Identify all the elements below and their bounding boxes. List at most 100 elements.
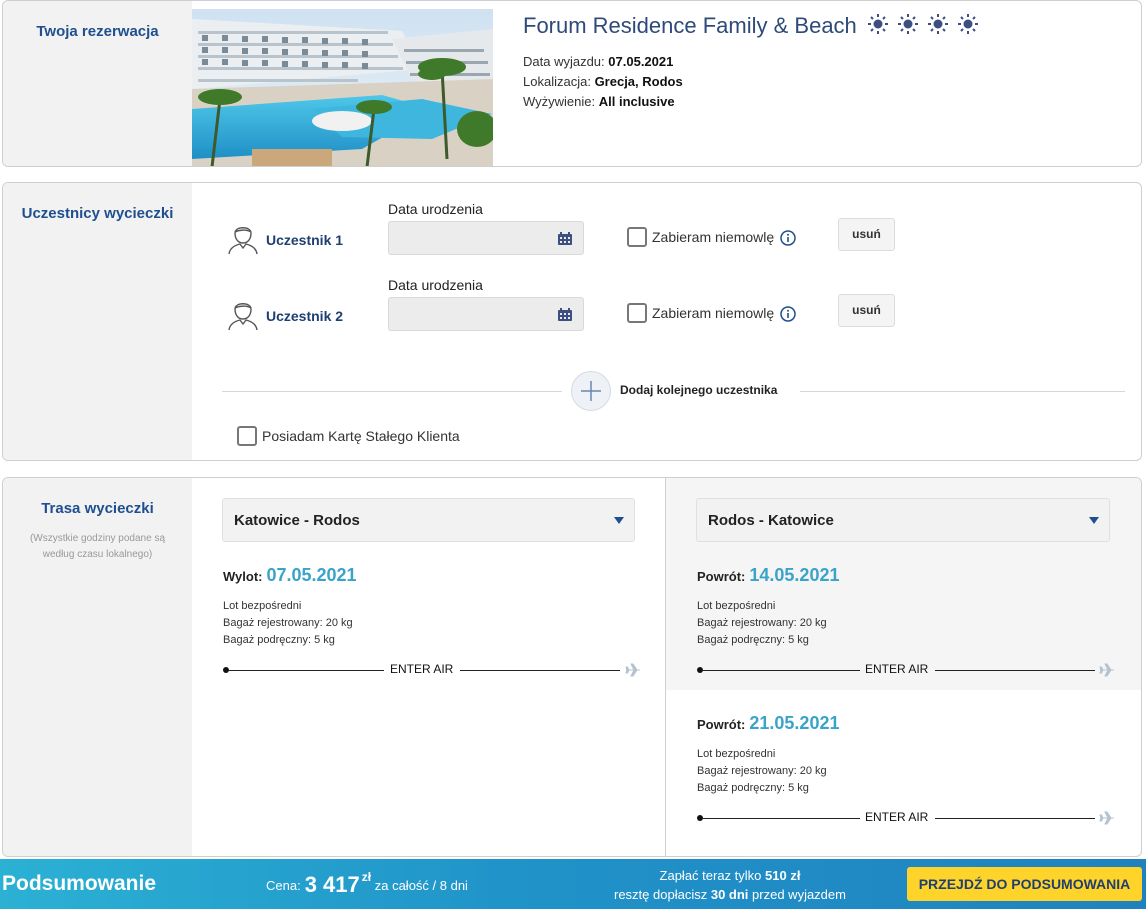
outbound-route-select[interactable]: Katowice - Rodos: [222, 498, 635, 542]
flight-head-label: Powrót:: [697, 569, 746, 584]
flight-line-segment: [229, 670, 384, 671]
remove-participant-button[interactable]: usuń: [838, 294, 895, 327]
pay-now-prefix: Zapłać teraz tylko: [659, 868, 762, 883]
outbound-route-label: Katowice - Rodos: [234, 512, 360, 529]
flight-type: Lot bezpośredni: [223, 600, 302, 612]
person-icon: [228, 227, 258, 255]
price-currency: zł: [361, 870, 372, 884]
calendar-icon[interactable]: [558, 232, 572, 245]
pay-now-value: 510 zł: [765, 868, 801, 883]
add-participant-button[interactable]: [571, 371, 611, 411]
divider-right: [800, 391, 1125, 392]
timezone-note: (Wszystkie godziny podane są według czas…: [29, 533, 166, 560]
hand-baggage: Bagaż podręczny: 5 kg: [697, 634, 809, 646]
flight-type: Lot bezpośredni: [697, 748, 776, 760]
plus-icon[interactable]: [572, 372, 610, 410]
board-info: Wyżywienie: All inclusive: [523, 94, 675, 109]
column-divider: [665, 478, 666, 856]
return-route-select[interactable]: Rodos - Katowice: [696, 498, 1110, 542]
chevron-down-icon[interactable]: [1089, 517, 1099, 524]
infant-label: Zabieram niemowlę: [652, 229, 775, 245]
flight-date: 07.05.2021: [266, 565, 357, 585]
price-value: 3 417: [304, 872, 360, 897]
loyalty-card-label: Posiadam Kartę Stałego Klienta: [262, 428, 460, 444]
dob-label: Data urodzenia: [388, 277, 483, 293]
sun-star-icon: [928, 14, 949, 34]
checked-baggage: Bagaż rejestrowany: 20 kg: [697, 765, 827, 777]
flight-line-segment: [703, 818, 860, 819]
chevron-down-icon[interactable]: [614, 517, 624, 524]
return-flight-head[interactable]: Powrót: 14.05.2021: [697, 565, 839, 586]
loyalty-card-checkbox[interactable]: [237, 426, 257, 446]
rest-days: 30 dni: [710, 887, 749, 902]
hand-baggage: Bagaż podręczny: 5 kg: [697, 782, 809, 794]
price-info: Cena: 3 417 zł za całość / 8 dni: [266, 870, 468, 898]
go-to-summary-button[interactable]: PRZEJDŹ DO PODSUMOWANIA: [907, 867, 1142, 901]
divider-left: [222, 391, 562, 392]
departure-value: 07.05.2021: [608, 54, 674, 69]
hotel-photo: [192, 9, 493, 166]
location-label: Lokalizacja:: [523, 74, 591, 89]
calendar-icon[interactable]: [558, 308, 572, 321]
infant-label: Zabieram niemowlę: [652, 305, 775, 321]
airline-name: ENTER AIR: [865, 662, 929, 676]
summary-bar: Podsumowanie Cena: 3 417 zł za całość / 8 …: [0, 859, 1146, 909]
hotel-rating: [867, 13, 981, 39]
participant-name: Uczestnik 2: [266, 308, 344, 324]
return-flight-line: ENTER AIR: [697, 810, 1117, 825]
route-title: Trasa wycieczki: [41, 500, 154, 517]
infant-checkbox[interactable]: [627, 227, 647, 247]
board-label: Wyżywienie:: [523, 94, 596, 109]
flight-line-segment: [935, 670, 1095, 671]
checked-baggage: Bagaż rejestrowany: 20 kg: [223, 617, 353, 629]
rest-suffix: przed wyjazdem: [752, 887, 846, 902]
remove-participant-button[interactable]: usuń: [838, 218, 895, 251]
outbound-flight-head[interactable]: Wylot: 07.05.2021: [223, 565, 357, 586]
price-suffix: za całość / 8 dni: [374, 878, 468, 893]
reservation-title: Twoja rezerwacja: [36, 23, 159, 40]
plane-icon: [1099, 811, 1114, 825]
outbound-flight-line: ENTER AIR: [223, 662, 643, 677]
location-info: Lokalizacja: Grecja, Rodos: [523, 74, 683, 89]
reservation-panel: Twoja rezerwacja Forum Residence Family …: [2, 0, 1142, 167]
info-icon[interactable]: [780, 306, 796, 322]
return-route-label: Rodos - Katowice: [708, 512, 834, 529]
return-flight-details: Lot bezpośredni Bagaż rejestrowany: 20 k…: [697, 598, 827, 649]
summary-title: Podsumowanie: [2, 872, 157, 895]
hand-baggage: Bagaż podręczny: 5 kg: [223, 634, 335, 646]
hotel-name: Forum Residence Family & Beach: [523, 13, 981, 39]
sun-star-icon: [898, 14, 919, 34]
participants-panel: Uczestnicy wycieczki Uczestnik 1 Data ur…: [2, 182, 1142, 461]
dob-label: Data urodzenia: [388, 201, 483, 217]
flight-head-label: Powrót:: [697, 717, 746, 732]
flight-type: Lot bezpośredni: [697, 600, 776, 612]
infant-checkbox[interactable]: [627, 303, 647, 323]
dob-input[interactable]: [388, 297, 584, 331]
payment-info: Zapłać teraz tylko 510 zł resztę dopłaci…: [560, 866, 900, 904]
info-icon[interactable]: [780, 230, 796, 246]
airline-name: ENTER AIR: [865, 810, 929, 824]
board-value: All inclusive: [598, 94, 675, 109]
return-flight-details: Lot bezpośredni Bagaż rejestrowany: 20 k…: [697, 746, 827, 797]
participants-title: Uczestnicy wycieczki: [21, 205, 174, 222]
dob-input[interactable]: [388, 221, 584, 255]
flight-line-segment: [935, 818, 1095, 819]
hotel-name-text: Forum Residence Family & Beach: [523, 13, 857, 38]
return-flight-head[interactable]: Powrót: 21.05.2021: [697, 713, 839, 734]
flight-head-label: Wylot:: [223, 569, 263, 584]
reservation-side: Twoja rezerwacja: [3, 1, 192, 166]
departure-label: Data wyjazdu:: [523, 54, 605, 69]
flight-line-segment: [460, 670, 620, 671]
participant-name: Uczestnik 1: [266, 232, 344, 248]
add-participant-label[interactable]: Dodaj kolejnego uczestnika: [620, 383, 777, 397]
route-side: Trasa wycieczki (Wszystkie godziny podan…: [3, 478, 192, 856]
airline-name: ENTER AIR: [390, 662, 454, 676]
plane-icon: [625, 663, 640, 677]
participants-side: Uczestnicy wycieczki: [3, 183, 192, 460]
sun-star-icon: [867, 14, 888, 34]
location-value: Grecja, Rodos: [594, 74, 683, 89]
checked-baggage: Bagaż rejestrowany: 20 kg: [697, 617, 827, 629]
departure-info: Data wyjazdu: 07.05.2021: [523, 54, 673, 69]
price-label: Cena:: [266, 878, 301, 893]
rest-prefix: resztę dopłacisz: [614, 887, 708, 902]
